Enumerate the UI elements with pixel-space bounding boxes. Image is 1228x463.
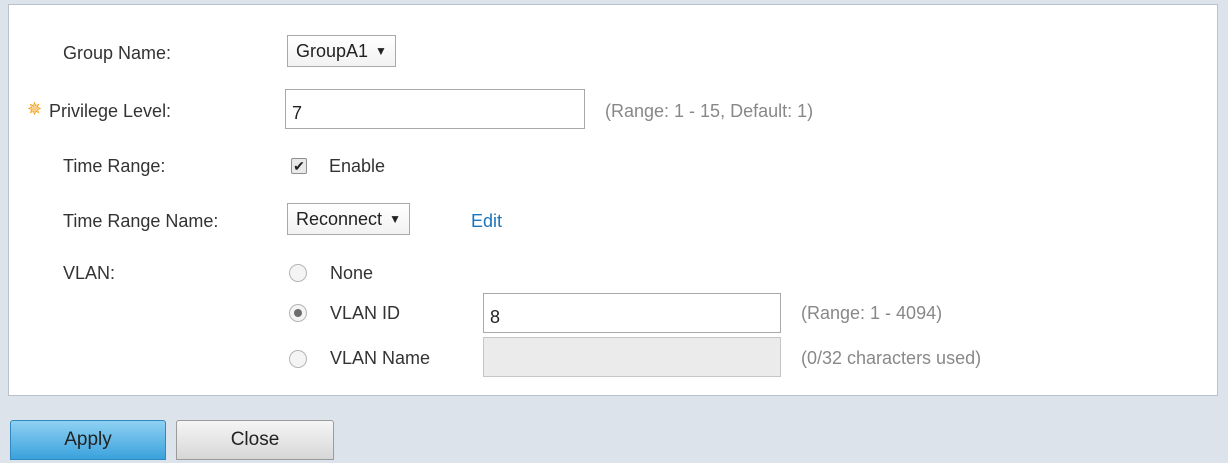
time-range-enable-checkbox[interactable]: ✔ [291,158,307,174]
required-star-icon: ✵ [27,99,43,119]
form-panel: Group Name: GroupA1 ▼ ✵ Privilege Level:… [8,4,1218,396]
privilege-level-label: Privilege Level: [49,101,172,121]
time-range-label: Time Range: [63,156,166,176]
vlan-none-label: None [330,263,374,283]
apply-button[interactable]: Apply [10,420,166,460]
dropdown-arrow-icon: ▼ [375,44,387,58]
edit-time-range-link[interactable]: Edit [471,211,502,232]
vlan-id-hint: (Range: 1 - 4094) [801,303,943,323]
vlan-id-radio[interactable] [289,304,307,322]
time-range-name-label: Time Range Name: [63,211,219,231]
privilege-level-value: 7 [292,103,303,123]
vlan-none-radio[interactable] [289,264,307,282]
vlan-name-label: VLAN Name [330,348,431,368]
vlan-id-label: VLAN ID [330,303,401,323]
group-name-select[interactable]: GroupA1 ▼ [287,35,396,67]
vlan-label: VLAN: [63,263,116,283]
group-name-value: GroupA1 [296,40,369,61]
time-range-name-select[interactable]: Reconnect ▼ [287,203,410,235]
group-name-label: Group Name: [63,43,172,63]
vlan-name-input [483,337,781,377]
vlan-name-hint: (0/32 characters used) [801,348,982,368]
time-range-name-value: Reconnect [296,208,383,229]
close-button[interactable]: Close [176,420,334,460]
vlan-id-input[interactable]: 8 [483,293,781,333]
dropdown-arrow-icon: ▼ [389,212,401,226]
privilege-level-hint: (Range: 1 - 15, Default: 1) [605,101,814,121]
vlan-name-radio[interactable] [289,350,307,368]
privilege-level-input[interactable]: 7 [285,89,585,129]
time-range-enable-label: Enable [329,156,386,176]
vlan-id-value: 8 [490,307,501,327]
